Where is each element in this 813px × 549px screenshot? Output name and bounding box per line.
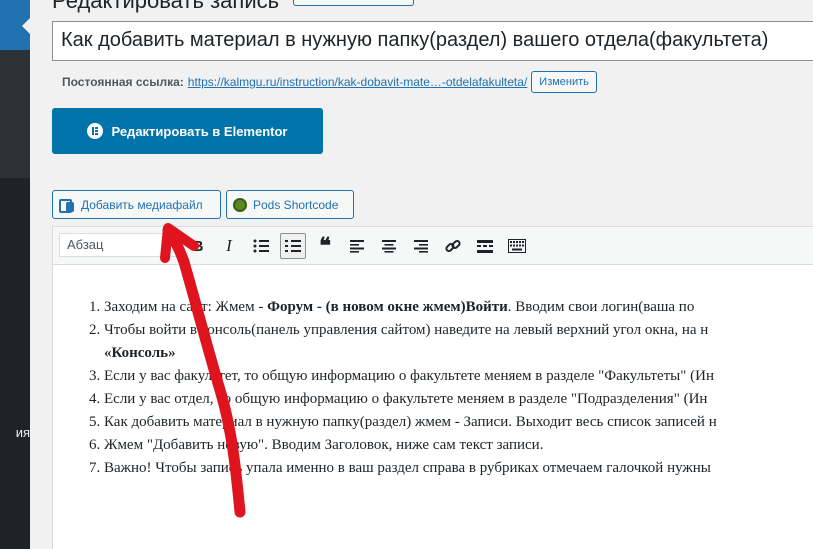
media-icon [59,198,75,213]
list-item-text: Как добавить материал в нужную папку(раз… [104,414,717,430]
add-new-button[interactable] [293,0,414,6]
sidebar-submenu [0,50,30,178]
sidebar-item-label[interactable]: ия [0,425,30,440]
add-media-label: Добавить медиафайл [81,197,203,212]
list-item: Как добавить материал в нужную папку(раз… [104,411,813,434]
edit-with-elementor-button[interactable]: Редактировать в Elementor [52,108,323,154]
permalink-url-end: / [523,75,528,89]
format-select[interactable]: Абзац [59,233,177,257]
list-item-text: Важно! Чтобы запись упала именно в ваш р… [104,460,711,476]
active-notch [22,18,30,34]
list-item-bold: «Консоль» [104,345,176,361]
pods-icon [233,197,247,212]
list-item: Чтобы войти в консоль(панель управления … [104,319,813,365]
align-left-icon[interactable] [344,233,370,259]
permalink-link[interactable]: https://kalmgu.ru/instruction/kak-dobavi… [188,75,528,89]
list-item: Если у вас отдел, то общую информацию о … [104,388,813,411]
permalink-label: Постоянная ссылка: [62,75,184,89]
numbered-list-icon[interactable] [280,233,306,259]
list-item-text: Чтобы войти в консоль(панель управления … [104,322,709,338]
pods-shortcode-button[interactable]: Pods Shortcode [226,190,354,219]
list-item-text: Если у вас факультет, то общую информаци… [104,368,714,384]
read-more-icon[interactable] [472,233,498,259]
toolbar-toggle-icon[interactable] [504,233,530,259]
permalink-url-base: https://kalmgu.ru/instruction/ [187,75,338,89]
sidebar-active-item[interactable] [0,0,30,50]
permalink-slug: kak-dobavit-mate…-otdelafakulteta [337,75,524,89]
italic-button[interactable]: I [216,233,242,259]
page-title: Редактировать запись [52,0,280,13]
list-item-text: Жмем "Добавить новую". Вводим Заголовок,… [104,437,544,453]
list-item: Если у вас факультет, то общую информаци… [104,365,813,388]
bullet-list-icon[interactable] [248,233,274,259]
pods-label: Pods Shortcode [253,197,339,212]
elementor-button-label: Редактировать в Elementor [111,123,288,139]
elementor-icon [87,123,104,139]
list-item-text: Заходим на сайт: Жмем - [104,299,268,315]
link-icon[interactable] [440,233,466,259]
bold-button[interactable]: B [185,233,211,259]
list-item: Жмем "Добавить новую". Вводим Заголовок,… [104,434,813,457]
content-editor: Абзац B I ❝ Заходим на сайт: Жм [52,226,813,549]
list-item-text: . Вводим свои логин(ваша по [507,299,695,315]
edit-slug-button[interactable]: Изменить [531,71,597,93]
list-item-bold: Форум - (в новом окне жмем)Войти [267,299,508,315]
list-item-text: Если у вас отдел, то общую информацию о … [104,391,708,407]
editor-toolbar: Абзац B I ❝ [53,227,813,265]
align-center-icon[interactable] [376,233,402,259]
blockquote-icon[interactable]: ❝ [312,233,338,259]
align-right-icon[interactable] [408,233,434,259]
add-media-button[interactable]: Добавить медиафайл [52,190,221,219]
list-item: Заходим на сайт: Жмем - Форум - (в новом… [104,296,813,319]
permalink-row: Постоянная ссылка: https://kalmgu.ru/ins… [62,71,597,93]
editor-content[interactable]: Заходим на сайт: Жмем - Форум - (в новом… [53,266,813,549]
admin-sidebar: ия [0,0,30,549]
list-item: Важно! Чтобы запись упала именно в ваш р… [104,457,813,480]
instructions-list: Заходим на сайт: Жмем - Форум - (в новом… [104,296,813,480]
post-title-input[interactable]: Как добавить материал в нужную папку(раз… [52,21,813,61]
